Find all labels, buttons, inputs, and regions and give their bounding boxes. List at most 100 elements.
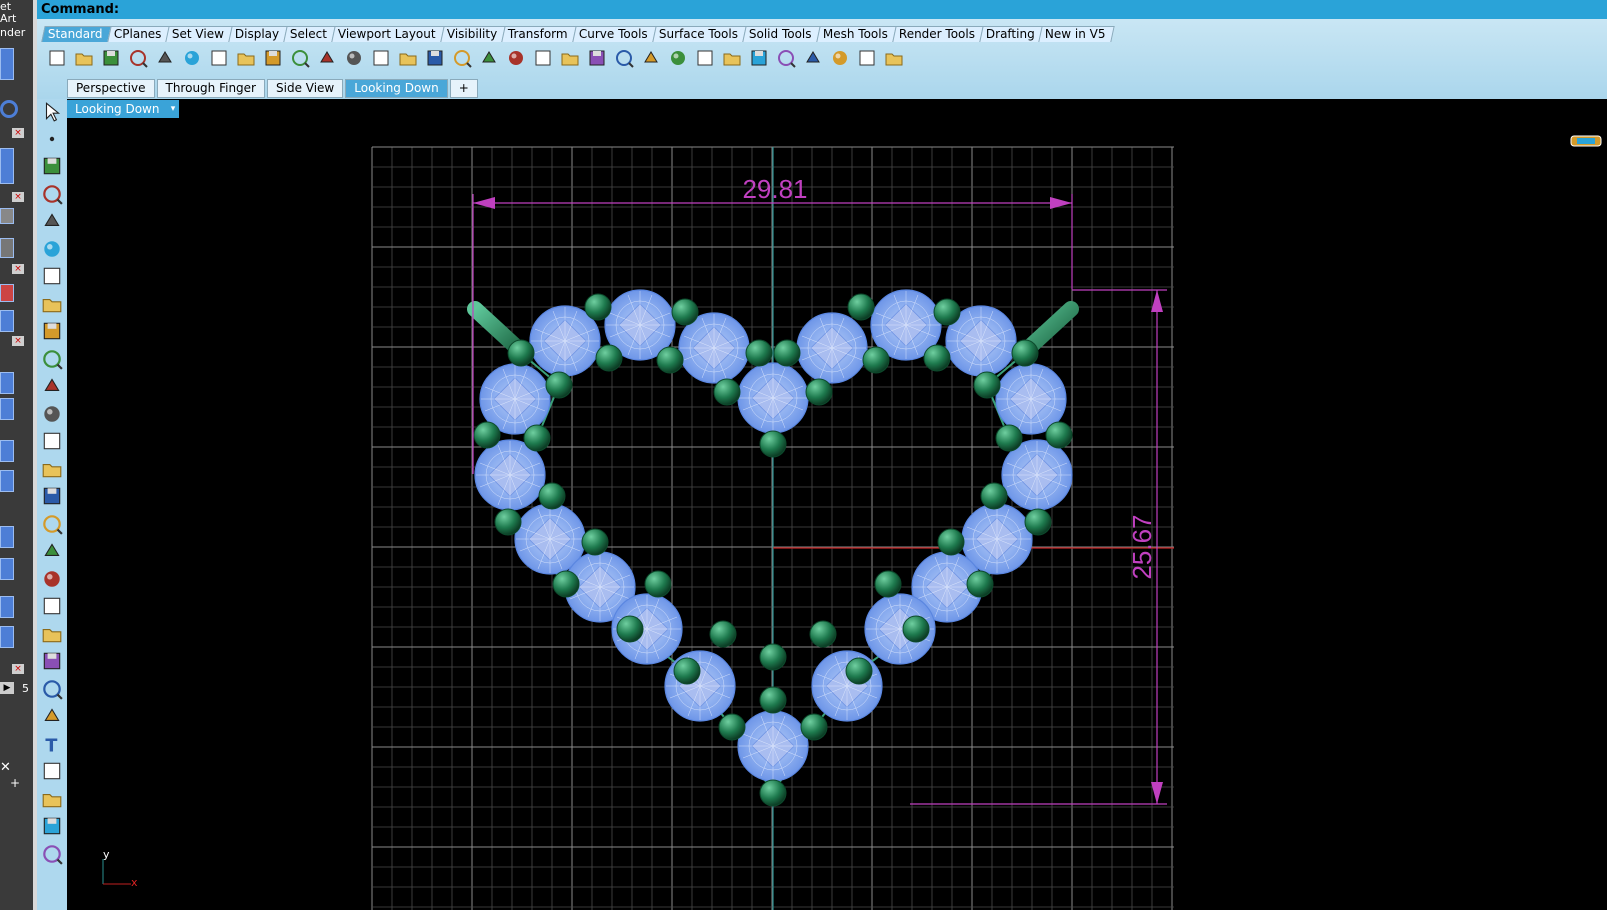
prong[interactable] — [745, 339, 773, 367]
toolbar-tab-drafting[interactable]: Drafting — [978, 26, 1044, 42]
panel-block[interactable] — [0, 372, 14, 394]
prong[interactable] — [902, 615, 930, 643]
rotate-view-icon[interactable] — [315, 46, 339, 70]
toolbar-tab-render-tools[interactable]: Render Tools — [891, 26, 984, 42]
gemstone[interactable] — [796, 312, 868, 384]
layer-icon[interactable] — [666, 46, 690, 70]
prong[interactable] — [937, 528, 965, 556]
light-icon[interactable] — [612, 46, 636, 70]
new-icon[interactable] — [45, 46, 69, 70]
toolbar-tab-set-view[interactable]: Set View — [165, 26, 233, 42]
options-icon[interactable] — [828, 46, 852, 70]
polyline-icon[interactable] — [39, 154, 65, 178]
add-icon[interactable]: + — [10, 776, 20, 790]
point-icon[interactable] — [39, 127, 65, 151]
copy-icon[interactable] — [207, 46, 231, 70]
hide-icon[interactable] — [531, 46, 555, 70]
prong[interactable] — [538, 482, 566, 510]
render-mesh-icon[interactable] — [39, 842, 65, 866]
explode-icon[interactable] — [39, 567, 65, 591]
viewport-tab-side-view[interactable]: Side View — [267, 79, 344, 98]
zoom-window-icon[interactable] — [369, 46, 393, 70]
prong[interactable] — [671, 298, 699, 326]
prong[interactable] — [759, 430, 787, 458]
prong[interactable] — [759, 643, 787, 671]
show-icon[interactable] — [558, 46, 582, 70]
panel-block[interactable] — [0, 470, 14, 492]
prong[interactable] — [545, 371, 573, 399]
gemstone[interactable] — [664, 650, 736, 722]
prong[interactable] — [616, 615, 644, 643]
pan-icon[interactable] — [288, 46, 312, 70]
prong[interactable] — [805, 378, 833, 406]
open-icon[interactable] — [72, 46, 96, 70]
cylinder-icon[interactable] — [39, 484, 65, 508]
prong[interactable] — [713, 378, 741, 406]
panel-block[interactable] — [0, 558, 14, 580]
viewport-title[interactable]: Looking Down — [67, 100, 167, 118]
viewport-canvas[interactable]: 29.81 25.67 — [67, 99, 1607, 910]
group-icon[interactable] — [39, 649, 65, 673]
render-icon[interactable] — [774, 46, 798, 70]
trim-icon[interactable] — [39, 622, 65, 646]
polygon-icon[interactable] — [39, 319, 65, 343]
boolean-icon[interactable] — [39, 457, 65, 481]
prong[interactable] — [494, 508, 522, 536]
prong[interactable] — [1024, 508, 1052, 536]
close-icon[interactable]: × — [12, 128, 24, 138]
import-icon[interactable] — [153, 46, 177, 70]
prong[interactable] — [995, 424, 1023, 452]
extrude-icon[interactable] — [39, 402, 65, 426]
panel-block[interactable] — [0, 284, 14, 302]
array-icon[interactable] — [39, 787, 65, 811]
snap-icon[interactable] — [585, 46, 609, 70]
prong[interactable] — [523, 424, 551, 452]
zoom-extents-icon[interactable] — [396, 46, 420, 70]
save-icon[interactable] — [99, 46, 123, 70]
toolbar-tab-visibility[interactable]: Visibility — [440, 26, 507, 42]
prong[interactable] — [1011, 339, 1039, 367]
move-icon[interactable] — [39, 677, 65, 701]
toolbar-tab-select[interactable]: Select — [283, 26, 337, 42]
undo-icon[interactable] — [261, 46, 285, 70]
render-preview-icon[interactable] — [747, 46, 771, 70]
toolbar-tab-cplanes[interactable]: CPlanes — [106, 26, 170, 42]
zoom-icon[interactable] — [342, 46, 366, 70]
close-icon[interactable]: × — [12, 264, 24, 274]
viewport-tab-looking-down[interactable]: Looking Down — [345, 79, 448, 98]
prong[interactable] — [845, 657, 873, 685]
panel-block[interactable] — [0, 440, 14, 462]
prong[interactable] — [759, 686, 787, 714]
box-icon[interactable] — [39, 429, 65, 453]
analyze-icon[interactable] — [39, 814, 65, 838]
viewport-menu-icon[interactable]: ▾ — [167, 100, 179, 118]
prong[interactable] — [718, 713, 746, 741]
surface-icon[interactable] — [39, 374, 65, 398]
panel-block[interactable] — [0, 208, 14, 224]
undo-view-icon[interactable] — [450, 46, 474, 70]
panel-block[interactable] — [0, 310, 14, 332]
toolbar-tab-display[interactable]: Display — [228, 26, 289, 42]
transform-icon[interactable] — [39, 539, 65, 563]
viewport-tab-perspective[interactable]: Perspective — [67, 79, 155, 98]
prong[interactable] — [473, 421, 501, 449]
prong[interactable] — [759, 779, 787, 807]
panel-block[interactable] — [0, 48, 14, 80]
zoom-selected-icon[interactable] — [423, 46, 447, 70]
toolbar-tab-transform[interactable]: Transform — [501, 26, 577, 42]
prong[interactable] — [673, 657, 701, 685]
viewport-widget-icon[interactable] — [1567, 134, 1603, 148]
cut-icon[interactable] — [180, 46, 204, 70]
prong[interactable] — [809, 620, 837, 648]
prong[interactable] — [581, 528, 609, 556]
prong[interactable] — [656, 346, 684, 374]
prong[interactable] — [973, 371, 1001, 399]
toolbar-tab-solid-tools[interactable]: Solid Tools — [742, 26, 821, 42]
rectangle-icon[interactable] — [39, 292, 65, 316]
properties-icon[interactable] — [801, 46, 825, 70]
print-icon[interactable] — [126, 46, 150, 70]
prong[interactable] — [595, 344, 623, 372]
viewport-tab-through-finger[interactable]: Through Finger — [156, 79, 265, 98]
shade-icon[interactable] — [720, 46, 744, 70]
help-icon[interactable] — [882, 46, 906, 70]
